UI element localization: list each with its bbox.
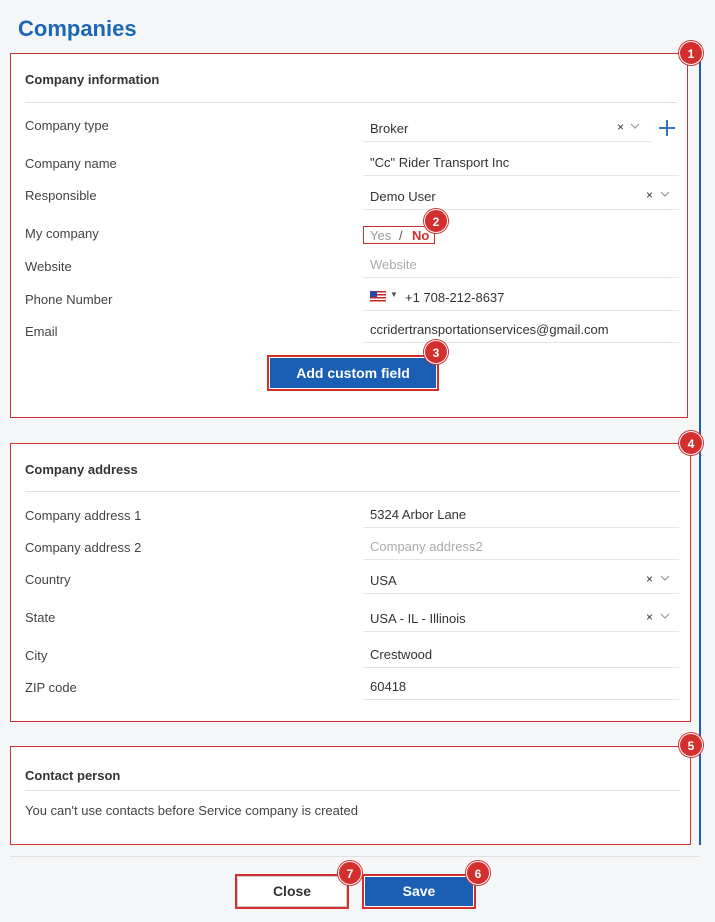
clear-icon[interactable]: × [646, 610, 653, 624]
chevron-down-icon[interactable] [659, 572, 671, 587]
panel-divider [25, 102, 677, 103]
my-company-label: My company [25, 226, 99, 241]
save-button[interactable]: Save [362, 874, 476, 909]
email-value: ccridertransportationservices@gmail.com [370, 322, 609, 337]
annotation-badge: 5 [679, 733, 703, 757]
responsible-value: Demo User [370, 189, 436, 204]
annotation-badge: 4 [679, 431, 703, 455]
address1-input[interactable]: 5324 Arbor Lane [363, 500, 679, 528]
state-value: USA - IL - Illinois [370, 611, 466, 626]
company-info-title: Company information [25, 72, 160, 87]
chevron-down-icon[interactable] [629, 120, 641, 135]
phone-label: Phone Number [25, 292, 113, 307]
page-title: Companies [18, 16, 137, 41]
company-name-value: "Cc" Rider Transport Inc [370, 155, 510, 170]
scroll-rail[interactable] [699, 60, 701, 845]
add-company-type-button[interactable] [657, 118, 677, 143]
annotation-badge: 6 [466, 861, 490, 885]
company-address-panel: Company address Company address 1 5324 A… [10, 443, 691, 722]
country-label: Country [25, 572, 71, 587]
responsible-select[interactable]: Demo User × [363, 182, 679, 210]
my-company-toggle[interactable]: Yes / No [363, 226, 435, 244]
phone-value: +1 708-212-8637 [405, 290, 505, 305]
website-input[interactable]: Website [363, 250, 679, 278]
footer-divider [10, 856, 700, 857]
country-select[interactable]: USA × [363, 566, 679, 594]
annotation-badge: 1 [679, 41, 703, 65]
toggle-no[interactable]: No [412, 228, 429, 243]
city-value: Crestwood [370, 647, 433, 662]
phone-input[interactable]: ▼ +1 708-212-8637 [363, 283, 679, 311]
annotation-badge: 7 [338, 861, 362, 885]
website-placeholder: Website [370, 257, 417, 272]
address2-placeholder: Company address2 [370, 539, 483, 554]
country-caret-icon[interactable]: ▼ [390, 290, 398, 299]
country-value: USA [370, 573, 397, 588]
address2-input[interactable]: Company address2 [363, 532, 679, 560]
city-label: City [25, 648, 48, 663]
email-label: Email [25, 324, 58, 339]
state-select[interactable]: USA - IL - Illinois × [363, 604, 679, 632]
clear-icon[interactable]: × [646, 572, 653, 586]
contact-person-message: You can't use contacts before Service co… [25, 803, 358, 818]
company-type-value: Broker [370, 121, 409, 136]
contact-person-panel: Contact person You can't use contacts be… [10, 746, 691, 845]
chevron-down-icon[interactable] [659, 610, 671, 625]
chevron-down-icon[interactable] [659, 188, 671, 203]
company-info-panel: Company information Company type Broker … [10, 53, 688, 418]
company-type-select[interactable]: Broker × [363, 114, 651, 142]
panel-divider [25, 790, 680, 791]
company-address-title: Company address [25, 462, 138, 477]
address1-label: Company address 1 [25, 508, 142, 523]
annotation-badge: 3 [424, 340, 448, 364]
city-input[interactable]: Crestwood [363, 640, 679, 668]
address2-label: Company address 2 [25, 540, 142, 555]
website-label: Website [25, 259, 72, 274]
zip-value: 60418 [370, 679, 407, 694]
company-name-label: Company name [25, 156, 117, 171]
close-button[interactable]: Close [235, 874, 349, 909]
annotation-badge: 2 [424, 209, 448, 233]
email-input[interactable]: ccridertransportationservices@gmail.com [363, 315, 679, 343]
address1-value: 5324 Arbor Lane [370, 507, 467, 522]
us-flag-icon[interactable] [370, 291, 386, 302]
clear-icon[interactable]: × [646, 188, 653, 202]
company-type-label: Company type [25, 118, 109, 133]
zip-input[interactable]: 60418 [363, 672, 679, 700]
company-name-input[interactable]: "Cc" Rider Transport Inc [363, 148, 679, 176]
zip-label: ZIP code [25, 680, 77, 695]
add-custom-field-button[interactable]: Add custom field [267, 355, 439, 391]
responsible-label: Responsible [25, 188, 97, 203]
clear-icon[interactable]: × [617, 120, 624, 134]
panel-divider [25, 491, 680, 492]
toggle-yes[interactable]: Yes [370, 228, 391, 243]
toggle-separator: / [399, 228, 403, 243]
contact-person-title: Contact person [25, 768, 121, 783]
state-label: State [25, 610, 56, 625]
